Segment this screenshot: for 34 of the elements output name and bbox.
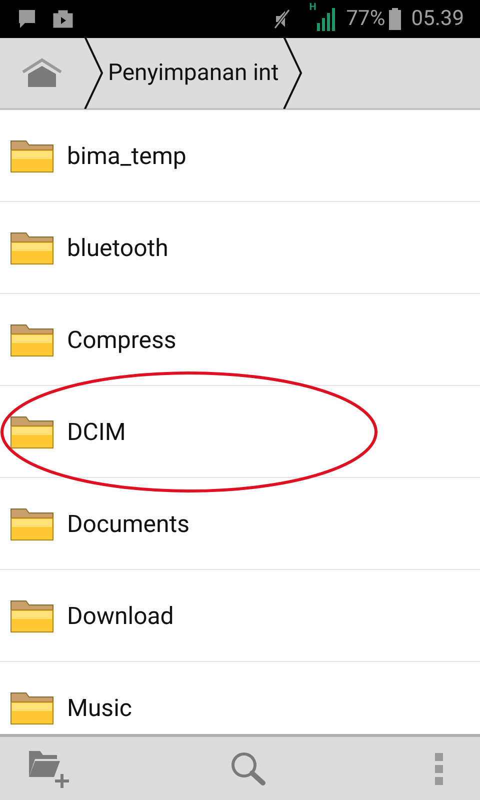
- folder-icon: [10, 138, 54, 172]
- mute-icon: [273, 8, 292, 30]
- folder-row[interactable]: Compress: [0, 294, 480, 386]
- folder-row[interactable]: Documents: [0, 478, 480, 570]
- folder-name: Music: [67, 692, 132, 724]
- battery-icon: [389, 8, 402, 30]
- folder-name: Compress: [67, 324, 176, 356]
- new-folder-icon: [27, 748, 71, 788]
- folder-row[interactable]: DCIM: [0, 386, 480, 478]
- chat-icon: [16, 8, 38, 30]
- folder-row[interactable]: bima_temp: [0, 110, 480, 202]
- breadcrumb-separator-icon: [84, 37, 104, 109]
- folder-icon: [10, 598, 54, 632]
- folder-name: Download: [67, 600, 174, 632]
- folder-icon: [10, 414, 54, 448]
- signal-icon: [316, 7, 336, 31]
- folder-name: bima_temp: [67, 140, 186, 172]
- menu-icon: [435, 752, 443, 784]
- folder-icon: [10, 690, 54, 724]
- folder-icon: [10, 506, 54, 540]
- folder-row[interactable]: bluetooth: [0, 202, 480, 294]
- network-type: H: [309, 3, 316, 13]
- folder-name: Documents: [67, 508, 190, 540]
- home-icon: [21, 58, 63, 88]
- search-icon: [230, 750, 266, 786]
- battery-percent: 77%: [346, 8, 386, 30]
- briefcase-icon: [52, 8, 74, 30]
- folder-icon: [10, 322, 54, 356]
- folder-name: bluetooth: [67, 232, 168, 264]
- folder-row[interactable]: Download: [0, 570, 480, 662]
- breadcrumb-separator-icon: [282, 37, 303, 109]
- clock: 05.39: [411, 8, 464, 30]
- folder-name: DCIM: [67, 416, 126, 448]
- folder-icon: [10, 230, 54, 264]
